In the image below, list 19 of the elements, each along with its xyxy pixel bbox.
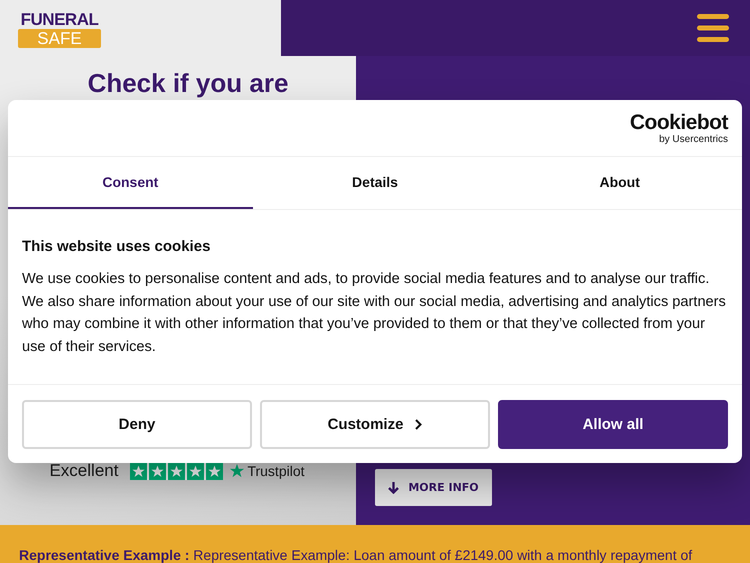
tab[interactable]: About bbox=[497, 157, 742, 209]
heading: Check if you are bbox=[88, 68, 288, 99]
dialog-title: This website uses cookies bbox=[22, 238, 212, 255]
representative-example-text: Representative Example : Representative Example: Loan amount of £2149.00 with a monthly repayment of bbox=[19, 546, 692, 563]
brand-subtitle: by Usercentrics bbox=[659, 134, 728, 144]
chevron-right-icon bbox=[415, 419, 422, 430]
deny-button[interactable]: Deny bbox=[22, 400, 252, 449]
rating-label: Excellent bbox=[49, 461, 118, 481]
brand-logo: Cookiebot bbox=[630, 112, 728, 134]
dialog-text: We use cookies to personalise content and ads, to provide social media features and to analyse our traffic. We also share information about your use of our site with our social media, advertising and analytics partners who may combine it with other information that you’ve provided to them or that they’ve collected from your use of their services. bbox=[22, 270, 727, 356]
customize-button[interactable]: Customize bbox=[260, 400, 490, 449]
star-icon bbox=[229, 463, 246, 479]
brand-name: Trustpilot bbox=[247, 463, 305, 479]
tab[interactable]: Consent bbox=[8, 157, 253, 209]
more-info-button[interactable]: MORE INFO bbox=[375, 469, 492, 506]
arrow-down-icon bbox=[388, 482, 400, 494]
tab[interactable]: Details bbox=[252, 157, 498, 209]
allow-all-button[interactable]: Allow all bbox=[498, 400, 728, 449]
menu-icon[interactable] bbox=[697, 14, 729, 42]
